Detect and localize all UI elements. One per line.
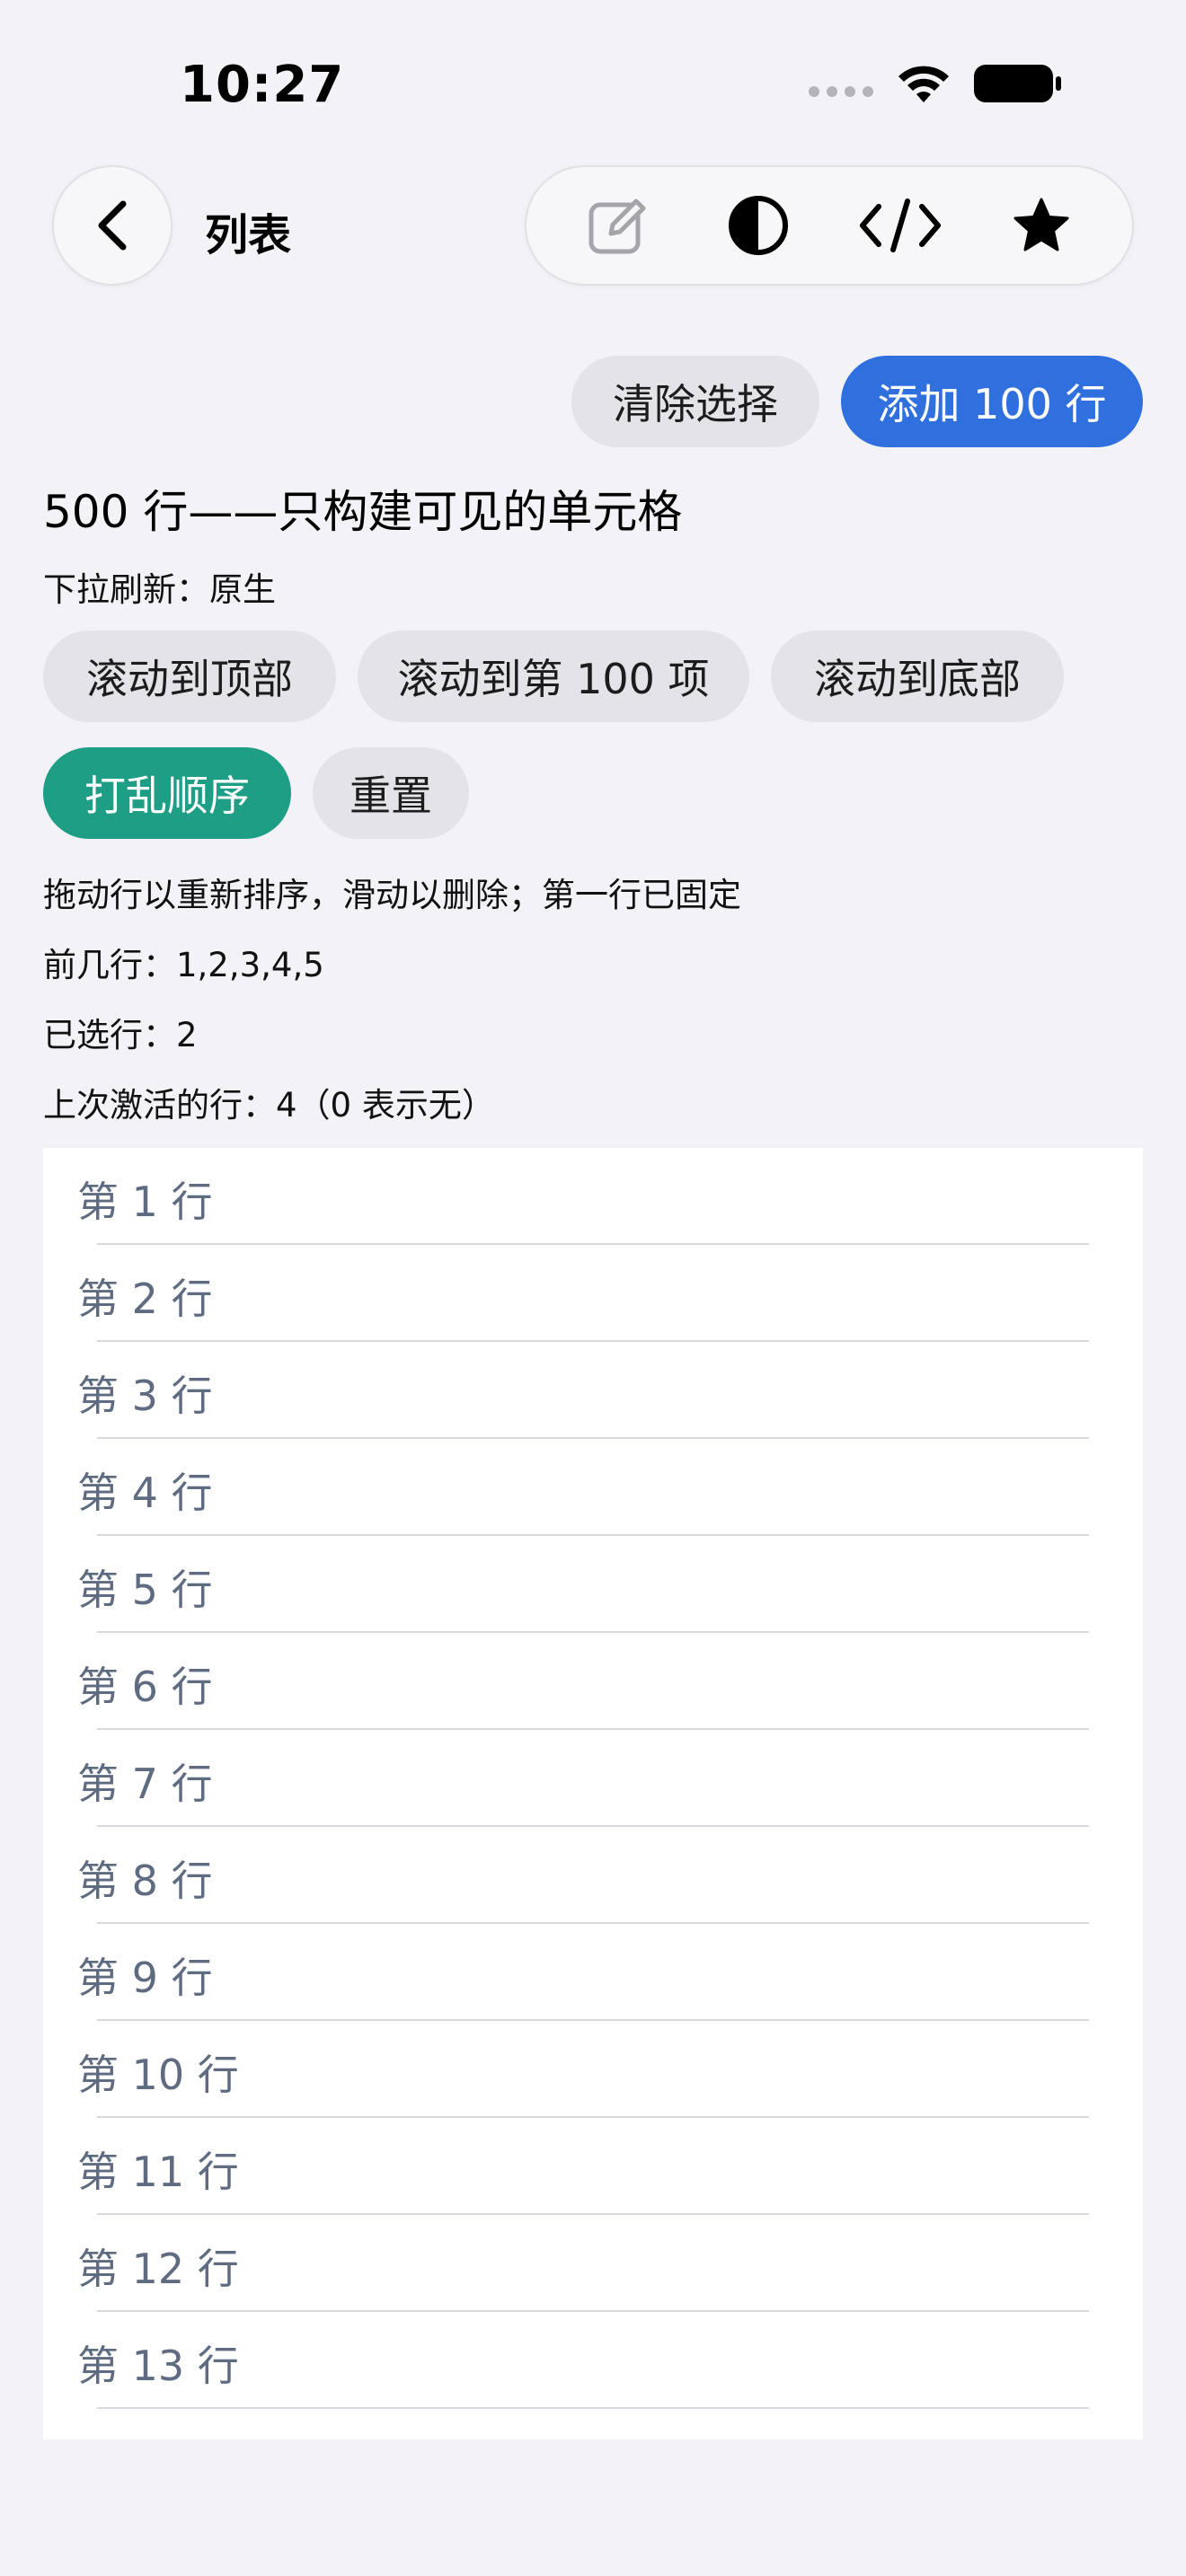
reset-button[interactable]: 重置 <box>313 747 469 839</box>
list-item[interactable]: 第 2 行 <box>43 1245 1143 1342</box>
edit-button[interactable] <box>563 181 671 270</box>
list-item-label: 第 1 行 <box>77 1178 213 1226</box>
pull-refresh-label: 下拉刷新：原生 <box>43 570 276 609</box>
list-item[interactable]: 第 12 行 <box>43 2215 1143 2312</box>
list-item[interactable]: 第 8 行 <box>43 1827 1143 1924</box>
shuffle-button[interactable]: 打乱顺序 <box>43 747 291 839</box>
page-title: 列表 <box>205 210 292 260</box>
list-item[interactable]: 第 4 行 <box>43 1439 1143 1536</box>
list-item-label: 第 9 行 <box>77 1954 213 2002</box>
status-time: 10:27 <box>180 56 345 114</box>
reorder-hint: 拖动行以重新排序，滑动以删除；第一行已固定 <box>43 876 741 914</box>
list-item[interactable]: 第 6 行 <box>43 1633 1143 1730</box>
list-item-label: 第 14 行 <box>77 2430 239 2439</box>
scroll-to-bottom-button[interactable]: 滚动到底部 <box>771 631 1064 722</box>
toolbar-group <box>525 165 1134 286</box>
wifi-icon <box>898 66 949 102</box>
code-icon <box>859 198 941 252</box>
list-item-label: 第 8 行 <box>77 1857 213 1905</box>
selected-rows-label: 已选行：2 <box>43 1016 198 1054</box>
list-item-label: 第 2 行 <box>77 1275 213 1323</box>
list-item[interactable]: 第 14 行 <box>43 2409 1143 2439</box>
list-item-label: 第 6 行 <box>77 1663 213 1711</box>
list-item-label: 第 3 行 <box>77 1372 213 1420</box>
clear-selection-button[interactable]: 清除选择 <box>571 356 819 447</box>
favorite-button[interactable] <box>987 181 1095 270</box>
scroll-to-item-100-button[interactable]: 滚动到第 100 项 <box>358 631 749 722</box>
contrast-icon <box>729 196 789 255</box>
list-heading: 500 行——只构建可见的单元格 <box>43 486 683 538</box>
list-item[interactable]: 第 1 行 <box>43 1148 1143 1245</box>
scroll-to-top-button[interactable]: 滚动到顶部 <box>43 631 336 722</box>
list-item-label: 第 12 行 <box>77 2245 239 2293</box>
list-item[interactable]: 第 13 行 <box>43 2312 1143 2409</box>
list-item-label: 第 4 行 <box>77 1469 213 1517</box>
row-list[interactable]: 第 1 行 第 2 行 第 3 行 第 4 行 第 5 行 第 6 行 第 7 … <box>43 1148 1143 2439</box>
list-item-label: 第 11 行 <box>77 2148 239 2196</box>
battery-icon <box>974 65 1061 102</box>
status-indicators <box>809 63 1062 104</box>
cellular-signal-icon <box>809 70 873 97</box>
last-active-row-label: 上次激活的行：4（0 表示无） <box>43 1086 495 1125</box>
add-100-rows-button[interactable]: 添加 100 行 <box>841 356 1143 447</box>
chevron-left-icon <box>98 200 127 251</box>
list-item[interactable]: 第 3 行 <box>43 1342 1143 1439</box>
list-item-label: 第 7 行 <box>77 1760 213 1808</box>
edit-icon <box>589 198 646 254</box>
list-item-label: 第 10 行 <box>77 2051 239 2099</box>
list-item-label: 第 5 行 <box>77 1566 213 1614</box>
back-button[interactable] <box>52 165 173 286</box>
list-item[interactable]: 第 7 行 <box>43 1730 1143 1827</box>
list-item[interactable]: 第 9 行 <box>43 1924 1143 2021</box>
appearance-toggle-button[interactable] <box>704 181 812 270</box>
list-item-label: 第 13 行 <box>77 2342 239 2390</box>
list-item[interactable]: 第 10 行 <box>43 2021 1143 2118</box>
first-rows-label: 前几行：1,2,3,4,5 <box>43 946 324 984</box>
list-item[interactable]: 第 11 行 <box>43 2118 1143 2215</box>
star-icon <box>1013 198 1069 251</box>
list-item[interactable]: 第 5 行 <box>43 1536 1143 1633</box>
code-button[interactable] <box>846 181 954 270</box>
